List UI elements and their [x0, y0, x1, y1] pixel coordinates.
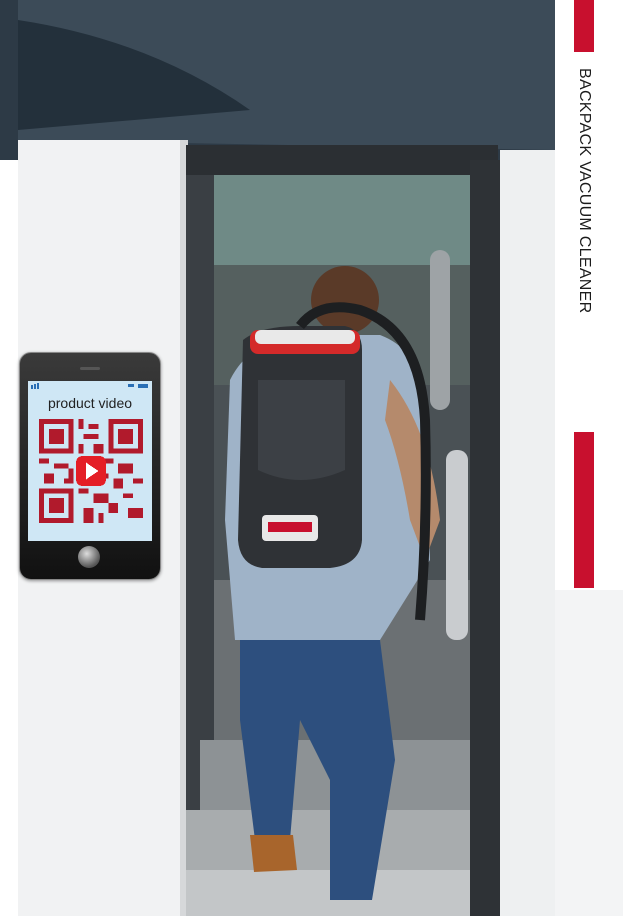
status-bar-icon: [31, 383, 148, 389]
accent-bar-top: [574, 0, 594, 52]
side-title-text: BACKPACK VACUUM CLEANER: [576, 68, 593, 314]
phone-home-button: [78, 546, 100, 568]
accent-bar-bottom: [574, 432, 594, 588]
side-title: BACKPACK VACUUM CLEANER: [567, 68, 601, 418]
qr-caption: product video: [47, 395, 133, 411]
phone-speaker: [80, 367, 100, 370]
phone-qr-graphic: product video: [19, 352, 161, 580]
page: BACKPACK VACUUM CLEANER product video: [0, 0, 623, 916]
qr-code-icon[interactable]: [39, 419, 143, 523]
phone-screen: product video: [28, 381, 152, 541]
